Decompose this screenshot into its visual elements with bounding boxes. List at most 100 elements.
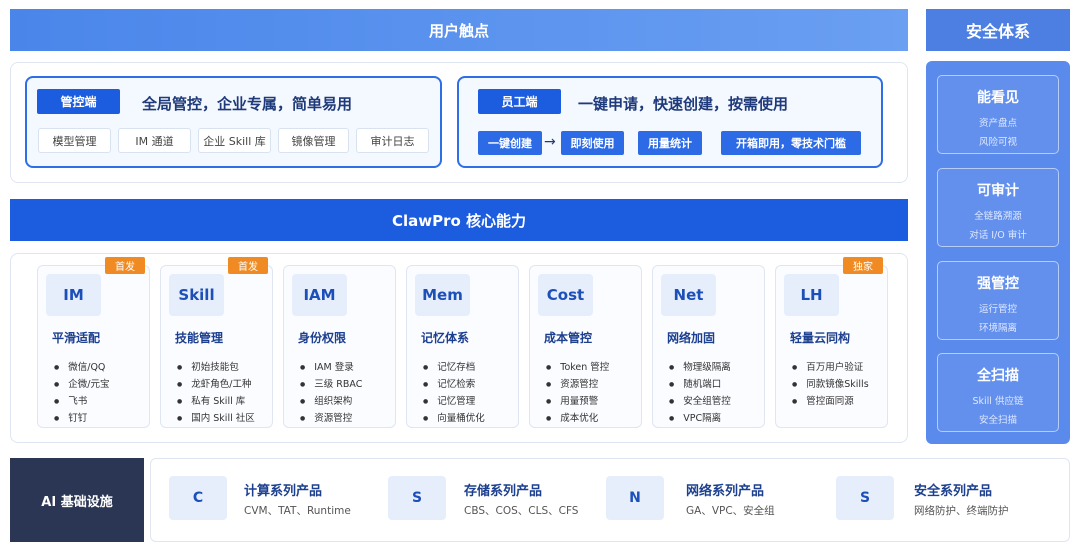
list-item: 向量桶优化 xyxy=(423,410,485,427)
card-title: 身份权限 xyxy=(298,331,347,345)
list-item: 记忆检索 xyxy=(423,376,485,393)
security-item-line: 对话 I/O 审计 xyxy=(969,230,1027,241)
infra-code-storage: S xyxy=(388,476,446,520)
first-release-badge: 首发 xyxy=(105,257,145,274)
security-item-strong-control[interactable]: 强管控 运行管控 环境隔离 xyxy=(937,261,1059,340)
capability-card-lh[interactable]: 独家 LH 轻量云同构 百万用户验证 同款镜像Skills 管控面同源 xyxy=(775,257,888,428)
security-item-line: 风险可视 xyxy=(978,137,1017,148)
ai-infrastructure-label: AI 基础设施 xyxy=(10,458,144,542)
module-enterprise-skill-library[interactable]: 企业 Skill 库 xyxy=(198,128,271,153)
security-item-full-scan[interactable]: 全扫描 Skill 供应链 安全扫描 xyxy=(937,353,1059,432)
capability-card-cost[interactable]: Cost 成本管控 Token 管控 资源管控 用量预警 成本优化 xyxy=(529,265,642,428)
list-item: 龙虾角色/工种 xyxy=(177,376,255,393)
module-im-channel[interactable]: IM 通道 xyxy=(118,128,191,153)
infra-title-security[interactable]: 安全系列产品 xyxy=(914,480,992,499)
security-item-title: 能看见 xyxy=(977,90,1019,106)
list-item: 微信/QQ xyxy=(54,359,109,376)
card-code: Mem xyxy=(415,274,470,316)
card-title: 网络加固 xyxy=(667,331,716,345)
card-code: IM xyxy=(46,274,101,316)
security-item-auditable[interactable]: 可审计 全链路溯源 对话 I/O 审计 xyxy=(937,168,1059,247)
infra-title-storage[interactable]: 存储系列产品 xyxy=(464,480,542,499)
list-item: Token 管控 xyxy=(546,359,609,376)
card-title: 技能管理 xyxy=(175,331,224,345)
admin-portal-tag: 管控端 xyxy=(37,89,120,114)
card-code: Net xyxy=(661,274,716,316)
list-item: 记忆存档 xyxy=(423,359,485,376)
module-model-management[interactable]: 模型管理 xyxy=(38,128,111,153)
core-capabilities-header: ClawPro 核心能力 xyxy=(10,199,908,241)
card-feature-list: Token 管控 资源管控 用量预警 成本优化 xyxy=(546,359,609,427)
infra-sub-compute: CVM、TAT、Runtime xyxy=(244,505,351,517)
step-one-click-create[interactable]: 一键创建 xyxy=(478,131,542,155)
card-title: 记忆体系 xyxy=(421,331,470,345)
list-item: 企微/元宝 xyxy=(54,376,109,393)
card-feature-list: IAM 登录 三级 RBAC 组织架构 资源管控 xyxy=(300,359,362,427)
card-feature-list: 初始技能包 龙虾角色/工种 私有 Skill 库 国内 Skill 社区 xyxy=(177,359,255,427)
capability-card-skill[interactable]: 首发 Skill 技能管理 初始技能包 龙虾角色/工种 私有 Skill 库 国… xyxy=(160,257,273,428)
list-item: 管控面同源 xyxy=(792,393,869,410)
staff-portal-slogan: 一键申请，快速创建，按需使用 xyxy=(578,95,789,113)
step-out-of-box[interactable]: 开箱即用，零技术门槛 xyxy=(721,131,861,155)
card-title: 平滑适配 xyxy=(52,331,101,345)
infra-code-security: S xyxy=(836,476,894,520)
card-title: 轻量云同构 xyxy=(790,331,851,345)
capability-card-net[interactable]: Net 网络加固 物理级隔离 随机端口 安全组管控 VPC隔离 xyxy=(652,265,765,428)
step-usage-stats[interactable]: 用量统计 xyxy=(638,131,702,155)
list-item: 组织架构 xyxy=(300,393,362,410)
list-item: 三级 RBAC xyxy=(300,376,362,393)
security-item-line: 运行管控 xyxy=(978,304,1017,315)
list-item: 国内 Skill 社区 xyxy=(177,410,255,427)
security-item-title: 强管控 xyxy=(977,276,1019,292)
list-item: 成本优化 xyxy=(546,410,609,427)
list-item: 资源管控 xyxy=(300,410,362,427)
user-touchpoints-header: 用户触点 xyxy=(10,9,908,51)
arrow-right-icon: → xyxy=(544,134,556,150)
card-code: IAM xyxy=(292,274,347,316)
card-feature-list: 记忆存档 记忆检索 记忆管理 向量桶优化 xyxy=(423,359,485,427)
list-item: 安全组管控 xyxy=(669,393,731,410)
card-feature-list: 百万用户验证 同款镜像Skills 管控面同源 xyxy=(792,359,869,410)
list-item: IAM 登录 xyxy=(300,359,362,376)
security-item-line: 资产盘点 xyxy=(978,118,1017,129)
list-item: 飞书 xyxy=(54,393,109,410)
list-item: 私有 Skill 库 xyxy=(177,393,255,410)
security-item-line: 全链路溯源 xyxy=(974,211,1022,222)
infra-code-network: N xyxy=(606,476,664,520)
security-system-header: 安全体系 xyxy=(926,9,1070,51)
exclusive-badge: 独家 xyxy=(843,257,883,274)
staff-portal-tag: 员工端 xyxy=(478,89,561,114)
list-item: 同款镜像Skills xyxy=(792,376,868,393)
list-item: 初始技能包 xyxy=(177,359,255,376)
module-image-management[interactable]: 镜像管理 xyxy=(278,128,349,153)
card-code: Cost xyxy=(538,274,593,316)
list-item: 百万用户验证 xyxy=(792,359,869,376)
card-feature-list: 物理级隔离 随机端口 安全组管控 VPC隔离 xyxy=(669,359,731,427)
list-item: VPC隔离 xyxy=(669,410,731,427)
list-item: 资源管控 xyxy=(546,376,609,393)
admin-portal-slogan: 全局管控，企业专属，简单易用 xyxy=(142,95,353,113)
list-item: 物理级隔离 xyxy=(669,359,731,376)
capability-card-im[interactable]: 首发 IM 平滑适配 微信/QQ 企微/元宝 飞书 钉钉 xyxy=(37,257,150,428)
capability-card-mem[interactable]: Mem 记忆体系 记忆存档 记忆检索 记忆管理 向量桶优化 xyxy=(406,265,519,428)
security-item-line: Skill 供应链 xyxy=(972,396,1024,407)
infra-sub-network: GA、VPC、安全组 xyxy=(686,505,775,517)
card-code: LH xyxy=(784,274,839,316)
security-item-title: 可审计 xyxy=(977,183,1019,199)
step-instant-use[interactable]: 即刻使用 xyxy=(561,131,624,155)
module-audit-log[interactable]: 审计日志 xyxy=(356,128,429,153)
security-item-title: 全扫描 xyxy=(977,368,1019,384)
security-item-line: 安全扫描 xyxy=(978,415,1017,426)
capability-card-iam[interactable]: IAM 身份权限 IAM 登录 三级 RBAC 组织架构 资源管控 xyxy=(283,265,396,428)
security-item-visibility[interactable]: 能看见 资产盘点 风险可视 xyxy=(937,75,1059,154)
card-title: 成本管控 xyxy=(544,331,593,345)
infra-title-network[interactable]: 网络系列产品 xyxy=(686,480,764,499)
list-item: 随机端口 xyxy=(669,376,731,393)
security-item-line: 环境隔离 xyxy=(978,323,1017,334)
first-release-badge: 首发 xyxy=(228,257,268,274)
infra-sub-storage: CBS、COS、CLS、CFS xyxy=(464,505,579,517)
card-feature-list: 微信/QQ 企微/元宝 飞书 钉钉 xyxy=(54,359,109,427)
list-item: 钉钉 xyxy=(54,410,109,427)
infra-title-compute[interactable]: 计算系列产品 xyxy=(244,480,322,499)
infra-code-compute: C xyxy=(169,476,227,520)
